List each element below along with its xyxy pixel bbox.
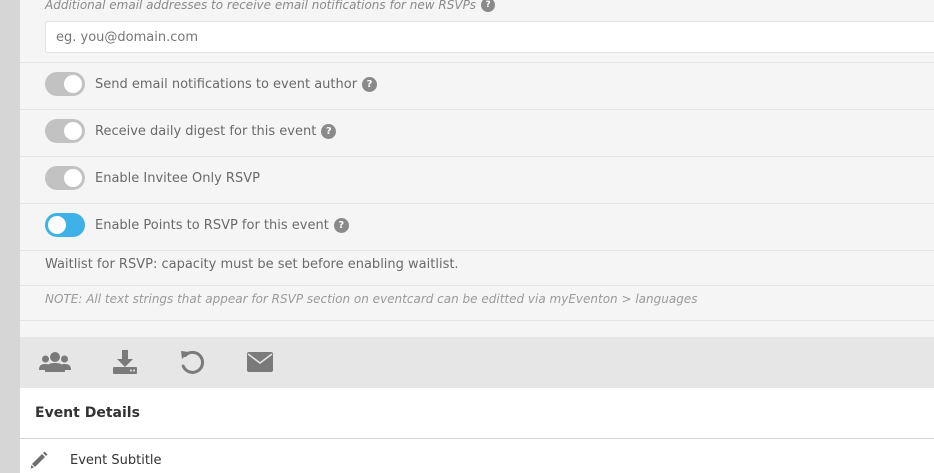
waitlist-notice: Waitlist for RSVP: capacity must be set … (45, 257, 459, 272)
rsvp-toolbar (20, 337, 934, 388)
rsvp-settings-panel: Additional email addresses to receive em… (20, 0, 934, 337)
points-rsvp-toggle[interactable] (45, 213, 85, 237)
toggle-knob (64, 122, 82, 140)
toggle-row-daily-digest: Receive daily digest for this event ? (45, 119, 337, 143)
invitee-only-toggle[interactable] (45, 166, 85, 190)
divider (20, 285, 934, 286)
toggle-knob (48, 216, 66, 234)
undo-icon[interactable] (176, 347, 208, 377)
points-rsvp-label: Enable Points to RSVP for this event (95, 217, 329, 233)
email-author-toggle[interactable] (45, 72, 85, 96)
divider (20, 320, 934, 321)
help-icon[interactable]: ? (362, 76, 378, 92)
help-icon[interactable]: ? (333, 217, 349, 233)
toggle-knob (64, 75, 82, 93)
toggle-row-points: Enable Points to RSVP for this event ? (45, 213, 349, 237)
event-details-title: Event Details (35, 405, 140, 421)
additional-emails-label-text: Additional email addresses to receive em… (45, 0, 477, 12)
divider (20, 203, 934, 204)
divider (20, 109, 934, 110)
admin-sidebar-edge (0, 0, 20, 473)
divider (20, 156, 934, 157)
toggle-knob (64, 169, 82, 187)
daily-digest-toggle[interactable] (45, 119, 85, 143)
event-subtitle-row[interactable]: Event Subtitle (20, 440, 934, 473)
event-subtitle-label: Event Subtitle (70, 453, 162, 468)
email-author-label: Send email notifications to event author (95, 76, 358, 92)
additional-emails-label: Additional email addresses to receive em… (45, 0, 496, 12)
help-icon[interactable]: ? (321, 123, 337, 139)
toggle-row-invitee-only: Enable Invitee Only RSVP (45, 166, 260, 190)
toggle-row-email-author: Send email notifications to event author… (45, 72, 378, 96)
divider (20, 250, 934, 251)
additional-emails-input[interactable] (45, 21, 934, 53)
envelope-icon[interactable] (244, 347, 276, 377)
download-icon[interactable] (109, 347, 141, 377)
divider (20, 62, 934, 63)
rsvp-note: NOTE: All text strings that appear for R… (45, 292, 698, 306)
daily-digest-label: Receive daily digest for this event (95, 123, 317, 139)
invitee-only-label: Enable Invitee Only RSVP (95, 170, 260, 186)
event-details-header: Event Details (20, 389, 934, 439)
help-icon[interactable]: ? (481, 0, 496, 12)
users-icon[interactable] (39, 347, 71, 377)
pencil-icon[interactable] (29, 450, 49, 470)
